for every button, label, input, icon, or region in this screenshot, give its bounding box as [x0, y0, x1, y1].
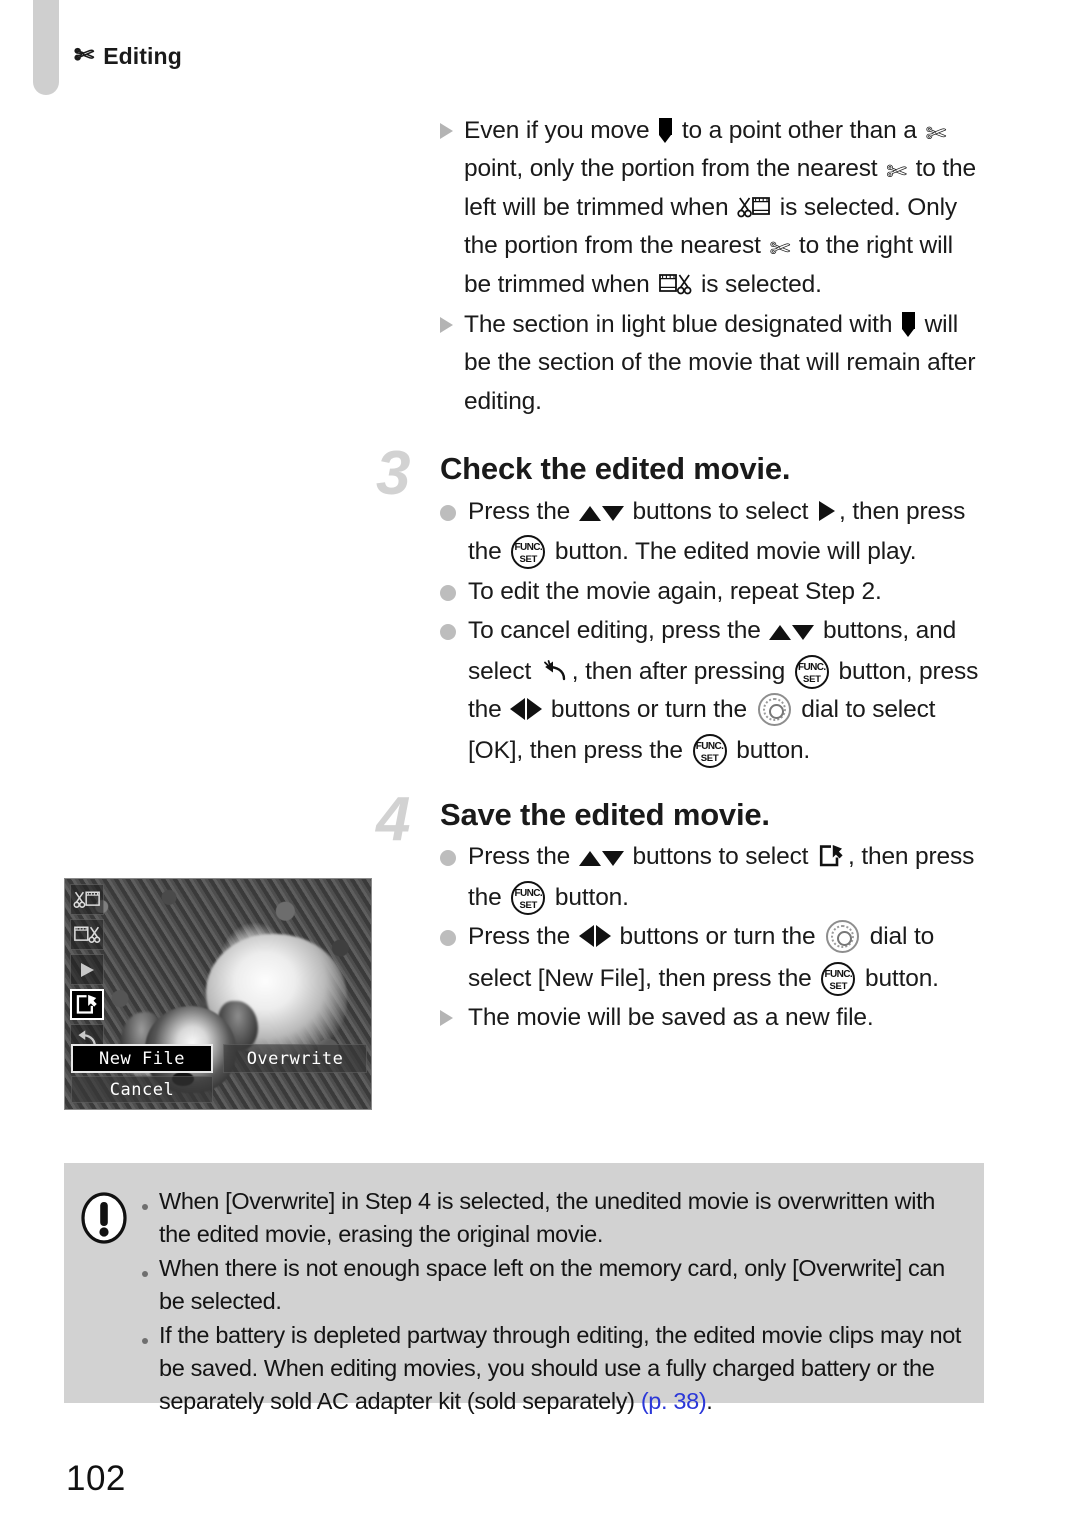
- caution-box: When [Overwrite] in Step 4 is selected, …: [64, 1163, 984, 1414]
- lcd-button-trim-end[interactable]: [70, 919, 104, 950]
- step-number: 4: [376, 784, 411, 854]
- round-bullet-icon: [440, 918, 468, 998]
- chapter-tab-marker: [33, 0, 59, 95]
- caution-item: When [Overwrite] in Step 4 is selected, …: [142, 1185, 968, 1251]
- func-set-button-icon: FUNC. SET: [794, 654, 829, 689]
- caution-bullet-icon: [142, 1252, 159, 1318]
- caution-item: If the battery is depleted partway throu…: [142, 1319, 968, 1418]
- caution-text: If the battery is depleted partway throu…: [159, 1322, 962, 1414]
- lcd-save-menu: New File Overwrite Cancel: [65, 1044, 371, 1103]
- triangle-bullet-icon: [440, 999, 468, 1037]
- note-item: Even if you move to a point other than a…: [440, 112, 985, 304]
- main-content-column: Even if you move to a point other than a…: [376, 112, 985, 1039]
- note-text: The section in light blue designated wit…: [464, 311, 976, 415]
- step-bullet-text: Press the buttons to select , then press…: [468, 493, 985, 572]
- step-bullet-text: Press the buttons to select , then press…: [468, 838, 985, 917]
- func-set-button-icon: FUNC. SET: [511, 880, 546, 915]
- round-bullet-icon: [440, 838, 468, 917]
- caution-text: When [Overwrite] in Step 4 is selected, …: [159, 1188, 935, 1247]
- func-set-button-icon: FUNC. SET: [692, 734, 727, 769]
- lcd-option-cancel[interactable]: Cancel: [71, 1076, 213, 1103]
- up-down-buttons-icon: [578, 495, 624, 533]
- step-bullet-item: Press the buttons or turn the dial to se…: [440, 918, 985, 998]
- running-head: ✄ Editing: [74, 44, 182, 68]
- save-new-file-icon: [76, 994, 97, 1014]
- caution-bullet-icon: [142, 1319, 159, 1418]
- position-marker-icon: [659, 118, 673, 143]
- lcd-edit-toolbar: [70, 884, 104, 1055]
- step-title: Save the edited movie.: [440, 796, 770, 832]
- trim-start-icon: [737, 196, 771, 218]
- lcd-button-play[interactable]: [70, 954, 104, 985]
- step-3: 3 Check the edited movie. Press the butt…: [376, 443, 985, 771]
- step-bullet-item: Press the buttons to select , then press…: [440, 838, 985, 917]
- lcd-button-save-new-file[interactable]: [70, 989, 104, 1020]
- step-bullet-text: To edit the movie again, repeat Step 2.: [468, 577, 882, 605]
- control-dial-icon: [757, 692, 791, 726]
- triangle-bullet-icon: [440, 306, 464, 421]
- round-bullet-icon: [440, 612, 468, 771]
- camera-lcd-screenshot: New File Overwrite Cancel: [64, 878, 372, 1110]
- trim-start-icon: [73, 891, 100, 908]
- caution-item: When there is not enough space left on t…: [142, 1252, 968, 1318]
- page-number: 102: [66, 1459, 126, 1498]
- step-4: 4 Save the edited movie. Press the butto…: [376, 788, 985, 1038]
- caution-bullet-icon: [142, 1185, 159, 1251]
- up-down-buttons-icon: [578, 840, 624, 878]
- step-bullet-text: To cancel editing, press the buttons, an…: [468, 612, 985, 771]
- triangle-bullet-icon: [440, 112, 464, 304]
- note-item: The movie will be saved as a new file.: [440, 999, 985, 1037]
- func-set-button-icon: FUNC. SET: [511, 535, 546, 570]
- control-dial-icon: [826, 920, 860, 954]
- caution-text: When there is not enough space left on t…: [159, 1255, 945, 1314]
- round-bullet-icon: [440, 493, 468, 572]
- lcd-option-overwrite[interactable]: Overwrite: [223, 1044, 367, 1073]
- step-bullet-text: Press the buttons or turn the dial to se…: [468, 918, 985, 998]
- scissors-icon: ✄: [74, 42, 95, 69]
- scissors-icon: ✄: [925, 120, 947, 148]
- scissors-icon: ✄: [886, 158, 907, 187]
- caution-exclamation-icon: [78, 1185, 140, 1387]
- step-title: Check the edited movie.: [440, 451, 791, 487]
- step-bullet-item: To edit the movie again, repeat Step 2.: [440, 573, 985, 611]
- step-bullet-item: To cancel editing, press the buttons, an…: [440, 612, 985, 771]
- round-bullet-icon: [440, 573, 468, 611]
- position-marker-icon: [901, 312, 915, 338]
- lcd-option-new-file[interactable]: New File: [71, 1044, 213, 1073]
- step-number: 3: [376, 439, 411, 509]
- step-bullet-item: Press the buttons to select , then press…: [440, 493, 985, 572]
- note-text: The movie will be saved as a new file.: [468, 1004, 874, 1031]
- scissors-icon: ✄: [769, 235, 791, 264]
- left-right-buttons-icon: [578, 921, 611, 959]
- note-item: The section in light blue designated wit…: [440, 306, 985, 421]
- play-icon: [81, 962, 94, 977]
- caution-list: When [Overwrite] in Step 4 is selected, …: [140, 1185, 968, 1414]
- play-icon: [819, 500, 835, 521]
- left-right-buttons-icon: [510, 694, 543, 732]
- trim-end-icon: [659, 273, 692, 294]
- lcd-button-trim-start[interactable]: [70, 884, 104, 915]
- func-set-button-icon: FUNC. SET: [821, 961, 856, 996]
- page-reference-link[interactable]: (p. 38): [641, 1388, 707, 1414]
- save-new-file-icon: [819, 845, 843, 867]
- trim-end-icon: [74, 926, 101, 943]
- undo-icon: [543, 659, 565, 680]
- up-down-buttons-icon: [769, 614, 815, 652]
- running-head-label: Editing: [103, 42, 182, 69]
- note-text: Even if you move to a point other than a…: [464, 117, 976, 298]
